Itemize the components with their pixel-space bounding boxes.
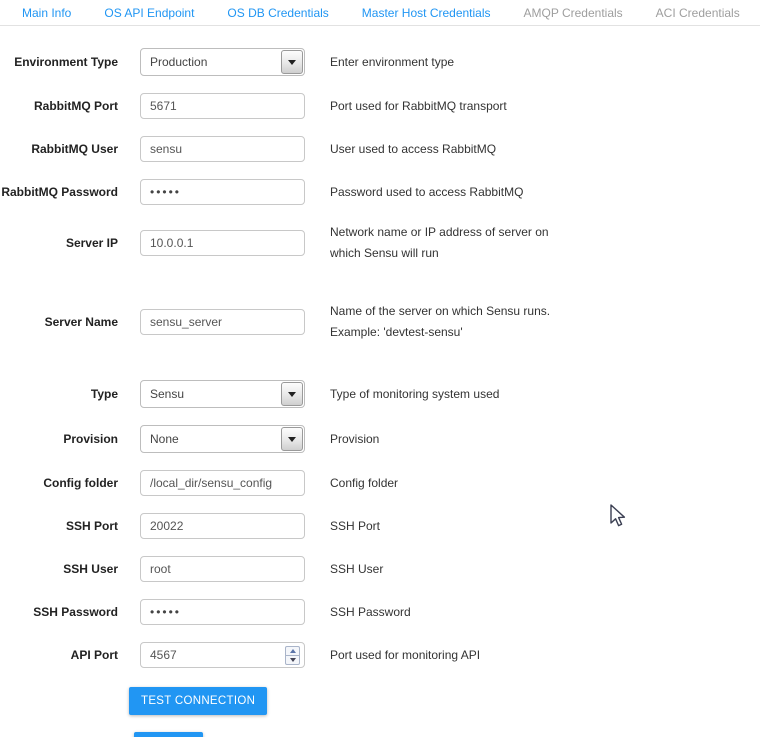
config-folder-help: Config folder xyxy=(330,473,570,494)
test-connection-button[interactable]: TEST CONNECTION xyxy=(129,687,267,715)
ssh-user-label: SSH User xyxy=(0,562,118,577)
ssh-port-input[interactable] xyxy=(140,513,305,539)
rabbitmq-password-input[interactable] xyxy=(140,179,305,205)
form-row-api-port: API Port Port used for monitoring API xyxy=(0,642,760,668)
form-row-environment-type: Environment Type Production Enter enviro… xyxy=(0,48,760,76)
provision-value: None xyxy=(141,432,281,446)
ssh-user-help: SSH User xyxy=(330,559,570,580)
tab-main-info[interactable]: Main Info xyxy=(22,6,71,20)
tab-bar: Main Info OS API Endpoint OS DB Credenti… xyxy=(0,0,760,26)
chevron-down-icon[interactable] xyxy=(281,427,303,451)
tab-os-db-credentials[interactable]: OS DB Credentials xyxy=(227,6,328,20)
stepper-down-icon[interactable] xyxy=(286,656,299,664)
provision-select[interactable]: None xyxy=(140,425,305,453)
server-name-input[interactable] xyxy=(140,309,305,335)
server-name-help: Name of the server on which Sensu runs. … xyxy=(330,301,570,343)
server-name-label: Server Name xyxy=(0,315,118,330)
rabbitmq-password-help: Password used to access RabbitMQ xyxy=(330,182,570,203)
tab-aci-credentials[interactable]: ACI Credentials xyxy=(656,6,740,20)
ssh-password-label: SSH Password xyxy=(0,605,118,620)
submit-button[interactable]: SUBMIT xyxy=(134,732,203,737)
rabbitmq-password-label: RabbitMQ Password xyxy=(0,185,118,200)
rabbitmq-port-help: Port used for RabbitMQ transport xyxy=(330,96,570,117)
form-row-provision: Provision None Provision xyxy=(0,425,760,453)
api-port-stepper[interactable] xyxy=(285,646,300,665)
chevron-down-icon[interactable] xyxy=(281,50,303,74)
config-folder-input[interactable] xyxy=(140,470,305,496)
tab-amqp-credentials[interactable]: AMQP Credentials xyxy=(524,6,623,20)
provision-help: Provision xyxy=(330,429,570,450)
type-help: Type of monitoring system used xyxy=(330,384,570,405)
form-row-ssh-user: SSH User SSH User xyxy=(0,556,760,582)
rabbitmq-user-input[interactable] xyxy=(140,136,305,162)
form-row-type: Type Sensu Type of monitoring system use… xyxy=(0,380,760,408)
tab-os-api-endpoint[interactable]: OS API Endpoint xyxy=(104,6,194,20)
ssh-user-input[interactable] xyxy=(140,556,305,582)
rabbitmq-user-help: User used to access RabbitMQ xyxy=(330,139,570,160)
server-ip-label: Server IP xyxy=(0,236,118,251)
ssh-password-input[interactable] xyxy=(140,599,305,625)
api-port-help: Port used for monitoring API xyxy=(330,645,570,666)
config-folder-label: Config folder xyxy=(0,476,118,491)
provision-label: Provision xyxy=(0,432,118,447)
type-value: Sensu xyxy=(141,387,281,401)
monitoring-form: Environment Type Production Enter enviro… xyxy=(0,26,760,737)
environment-type-label: Environment Type xyxy=(0,55,118,70)
rabbitmq-user-label: RabbitMQ User xyxy=(0,142,118,157)
api-port-label: API Port xyxy=(0,648,118,663)
form-row-ssh-password: SSH Password SSH Password xyxy=(0,599,760,625)
type-select[interactable]: Sensu xyxy=(140,380,305,408)
tab-master-host-credentials[interactable]: Master Host Credentials xyxy=(362,6,491,20)
server-ip-help: Network name or IP address of server on … xyxy=(330,222,570,264)
form-row-rabbitmq-port: RabbitMQ Port Port used for RabbitMQ tra… xyxy=(0,93,760,119)
rabbitmq-port-input[interactable] xyxy=(140,93,305,119)
type-label: Type xyxy=(0,387,118,402)
chevron-down-icon[interactable] xyxy=(281,382,303,406)
form-row-ssh-port: SSH Port SSH Port xyxy=(0,513,760,539)
api-port-input[interactable] xyxy=(140,642,305,668)
environment-type-select[interactable]: Production xyxy=(140,48,305,76)
ssh-port-label: SSH Port xyxy=(0,519,118,534)
form-row-rabbitmq-user: RabbitMQ User User used to access Rabbit… xyxy=(0,136,760,162)
form-row-config-folder: Config folder Config folder xyxy=(0,470,760,496)
ssh-password-help: SSH Password xyxy=(330,602,570,623)
form-row-rabbitmq-password: RabbitMQ Password Password used to acces… xyxy=(0,179,760,205)
stepper-up-icon[interactable] xyxy=(286,647,299,656)
environment-type-value: Production xyxy=(141,55,281,69)
environment-type-help: Enter environment type xyxy=(330,52,570,73)
rabbitmq-port-label: RabbitMQ Port xyxy=(0,99,118,114)
ssh-port-help: SSH Port xyxy=(330,516,570,537)
form-row-server-name: Server Name Name of the server on which … xyxy=(0,301,760,343)
server-ip-input[interactable] xyxy=(140,230,305,256)
form-row-server-ip: Server IP Network name or IP address of … xyxy=(0,222,760,264)
